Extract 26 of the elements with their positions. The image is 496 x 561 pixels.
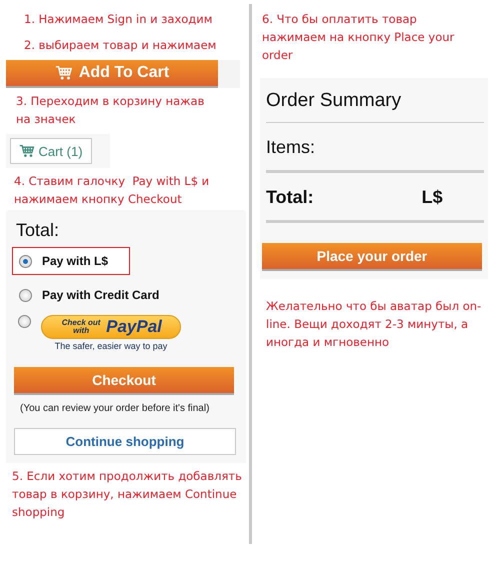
- radio-button[interactable]: [18, 315, 31, 328]
- continue-shopping-button[interactable]: Continue shopping: [14, 428, 236, 455]
- instruction-text: 4. Ставим галочку Pay with L$ и нажимаем кнопку Checkout: [14, 173, 210, 208]
- payment-option[interactable]: Pay with Credit Card: [12, 281, 226, 309]
- total-label: Total:: [266, 187, 314, 208]
- cart-icon: [54, 65, 73, 81]
- instruction-text: 1. Нажимаем Sign in и заходим: [24, 11, 214, 28]
- total-label: Total:: [16, 220, 60, 241]
- instruction-text: 2. выбираем товар и нажимаем: [24, 37, 218, 54]
- place-order-button[interactable]: Place your order: [262, 243, 482, 271]
- add-to-cart-button[interactable]: Add To Cart: [6, 60, 218, 88]
- paypal-tagline: The safer, easier way to pay: [54, 341, 168, 351]
- checkout-button[interactable]: Checkout: [14, 367, 234, 395]
- cart-button[interactable]: Cart (1): [10, 138, 92, 164]
- instruction-text: 5. Если хотим продолжить добавлять товар в корзину, нажимаем Continue shopping: [12, 468, 243, 521]
- instruction-text: 3. Переходим в корзину нажав на значек: [16, 93, 206, 128]
- radio-button[interactable]: [19, 288, 32, 302]
- payment-option[interactable]: Pay with L$: [12, 247, 130, 275]
- items-label: Items:: [266, 137, 484, 173]
- radio-button[interactable]: [19, 254, 32, 268]
- review-note: (You can review your order before it's final): [20, 403, 210, 414]
- instruction-text: 6. Что бы оплатить товар нажимаем на кнопку Place your order: [262, 11, 456, 64]
- instruction-text: Желательно что бы аватар был on-line. Вещи доходят 2-3 минуты, а иногда и мгновенно: [266, 298, 482, 351]
- total-value: L$: [422, 187, 443, 208]
- cart-icon: [19, 144, 36, 158]
- order-summary-title: Order Summary: [266, 90, 484, 123]
